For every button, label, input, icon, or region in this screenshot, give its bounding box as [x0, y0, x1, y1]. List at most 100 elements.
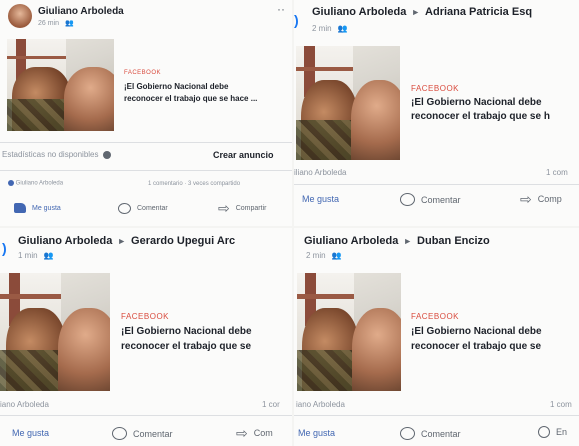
like-button[interactable]: Me gusta [298, 428, 335, 438]
like-label: Me gusta [32, 204, 61, 212]
avatar-edge: ) [294, 12, 299, 28]
engagement-count[interactable]: 1 comentario · 3 veces compartido [148, 181, 240, 187]
like-label: Me gusta [12, 428, 50, 438]
thumbs-up-icon [14, 203, 26, 213]
divider [294, 415, 579, 416]
comment-icon [400, 193, 415, 206]
link-headline-line-1[interactable]: ¡El Gobierno Nacional debe [411, 97, 542, 110]
post-card-4: Giuliano Arboleda ► Duban Encizo 2 min 👥 F… [294, 228, 579, 446]
link-source: FACEBOOK [124, 70, 162, 76]
like-button[interactable]: Me gusta [14, 203, 61, 213]
post-time-text: 26 min [38, 20, 60, 27]
link-headline-line-2[interactable]: reconocer el trabajo que se hace ... [124, 94, 257, 104]
post-header[interactable]: Giuliano Arboleda ► Duban Encizo [304, 235, 490, 247]
post-time[interactable]: 2 min 👥 [312, 24, 348, 33]
comment-icon [118, 203, 131, 214]
avatar-edge: ) [2, 240, 7, 256]
author-name[interactable]: Giuliano Arboleda [312, 6, 406, 18]
friends-icon: 👥 [43, 251, 54, 260]
page-name: Giuliano Arboleda [15, 180, 64, 187]
post-card-2: ) Giuliano Arboleda ► Adriana Patricia Esq… [294, 0, 579, 226]
target-name[interactable]: Gerardo Upegui Arc [131, 235, 235, 247]
share-icon: ⇨ [236, 425, 248, 441]
share-icon: ⇨ [218, 200, 230, 216]
page-name[interactable]: iliano Arboleda [294, 168, 346, 177]
engagement-count[interactable]: 1 cor [262, 400, 280, 409]
post-header[interactable]: Giuliano Arboleda ► Adriana Patricia Esq [312, 6, 532, 18]
arrow-right-icon: ► [411, 7, 421, 17]
link-headline-line-2[interactable]: reconocer el trabajo que se h [411, 111, 550, 124]
comment-icon [400, 427, 415, 440]
link-thumbnail[interactable] [297, 273, 401, 391]
like-button[interactable]: Me gusta [302, 194, 339, 204]
like-label: Me gusta [302, 194, 340, 204]
link-source: FACEBOOK [411, 312, 460, 321]
comment-button[interactable]: Comentar [112, 427, 173, 440]
friends-icon: 👥 [337, 24, 348, 33]
page-name[interactable]: iano Arboleda [0, 400, 49, 409]
engagement-count[interactable]: 1 com [546, 168, 568, 177]
create-ad-button[interactable]: Crear anuncio [213, 150, 274, 160]
post-time-text: 2 min [312, 24, 332, 33]
author-avatar[interactable] [8, 4, 32, 28]
post-time[interactable]: 2 min 👥 [306, 251, 342, 260]
page-name[interactable]: iano Arboleda [296, 400, 345, 409]
divider [0, 415, 292, 416]
stats-text: Estadísticas no disponibles [2, 150, 99, 159]
post-time-text: 2 min [306, 251, 326, 260]
share-label: Com [253, 428, 273, 438]
page-icon [8, 180, 14, 186]
link-headline-line-1[interactable]: ¡El Gobierno Nacional debe [121, 326, 252, 339]
link-headline-line-1[interactable]: ¡El Gobierno Nacional debe [411, 326, 542, 339]
share-label: Compartir [235, 204, 267, 212]
share-icon: ⇨ [520, 191, 532, 207]
comment-label: Comentar [133, 428, 173, 439]
link-headline-line-2[interactable]: reconocer el trabajo que se [411, 341, 541, 354]
target-name[interactable]: Adriana Patricia Esq [425, 6, 532, 18]
arrow-right-icon: ► [117, 236, 127, 246]
share-button[interactable]: ⇨ Compartir [218, 201, 266, 215]
post-card-3: ) Giuliano Arboleda ► Gerardo Upegui Arc 1… [0, 228, 292, 446]
share-label: Comp [537, 194, 562, 204]
send-label: En [556, 427, 568, 437]
author-name[interactable]: Giuliano Arboleda [18, 235, 112, 247]
info-icon [102, 150, 111, 159]
link-thumbnail[interactable] [296, 46, 400, 160]
link-headline-line-1[interactable]: ¡El Gobierno Nacional debe [124, 82, 228, 92]
link-source: FACEBOOK [411, 84, 460, 93]
friends-icon: 👥 [64, 20, 74, 27]
comment-label: Comentar [421, 194, 461, 205]
comment-button[interactable]: Comentar [400, 193, 461, 206]
comment-label: Comentar [421, 428, 461, 439]
post-time[interactable]: 1 min 👥 [18, 251, 54, 260]
post-time-text: 1 min [18, 251, 38, 260]
author-name[interactable]: Giuliano Arboleda [38, 6, 124, 17]
stats-unavailable: Estadísticas no disponibles [2, 150, 111, 159]
comment-icon [112, 427, 127, 440]
target-name[interactable]: Duban Encizo [417, 235, 490, 247]
post-card-1: Giuliano Arboleda 26 min 👥 ·· FACEBOOK ¡… [0, 0, 292, 226]
divider [294, 184, 579, 185]
comment-label: Comentar [137, 205, 168, 212]
post-header[interactable]: Giuliano Arboleda ► Gerardo Upegui Arc [18, 235, 235, 247]
link-source: FACEBOOK [121, 312, 170, 321]
share-button[interactable]: ⇨ Comp [520, 192, 562, 206]
page-reference[interactable]: Giuliano Arboleda [8, 180, 63, 187]
link-thumbnail[interactable] [7, 39, 114, 131]
friends-icon: 👥 [331, 251, 342, 260]
like-label: Me gusta [298, 428, 336, 438]
divider [0, 170, 292, 171]
link-headline-line-2[interactable]: reconocer el trabajo que se [121, 341, 251, 354]
comment-button[interactable]: Comentar [400, 427, 461, 440]
engagement-count[interactable]: 1 com [550, 400, 572, 409]
share-button[interactable]: ⇨ Com [236, 426, 273, 440]
link-thumbnail[interactable] [0, 273, 110, 391]
comment-button[interactable]: Comentar [118, 203, 168, 214]
more-options-icon[interactable]: ·· [277, 2, 285, 16]
messenger-icon [538, 426, 550, 438]
author-name[interactable]: Giuliano Arboleda [304, 235, 398, 247]
post-time[interactable]: 26 min 👥 [38, 19, 74, 27]
send-button[interactable]: En [538, 426, 567, 438]
like-button[interactable]: Me gusta [12, 428, 49, 438]
arrow-right-icon: ► [403, 236, 413, 246]
